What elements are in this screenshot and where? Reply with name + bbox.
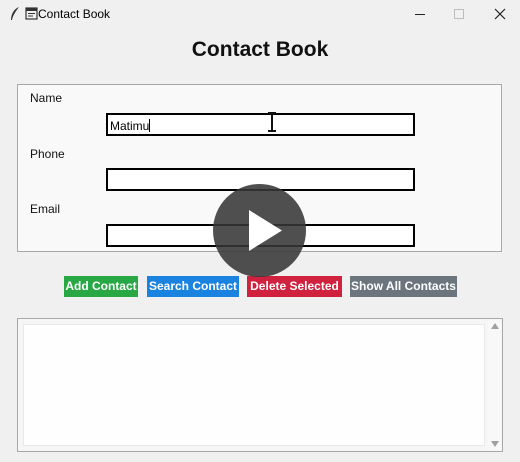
- contacts-listbox[interactable]: [23, 324, 485, 446]
- email-label: Email: [30, 202, 61, 216]
- ibeam-cursor-icon: [268, 112, 276, 132]
- minimize-icon: [415, 14, 425, 15]
- minimize-button[interactable]: [400, 0, 440, 28]
- list-scrollbar[interactable]: [488, 321, 501, 450]
- feather-icon: [11, 7, 19, 20]
- play-icon[interactable]: [213, 184, 306, 277]
- close-icon: [494, 8, 506, 20]
- phone-label: Phone: [30, 147, 65, 161]
- window-title: Contact Book: [38, 7, 111, 21]
- name-field[interactable]: Matimu: [106, 113, 415, 136]
- page-title: Contact Book: [191, 38, 329, 61]
- scroll-down-icon[interactable]: [491, 441, 499, 447]
- title-bar: Contact Book: [0, 0, 520, 28]
- add-contact-button[interactable]: Add Contact: [64, 276, 138, 297]
- search-contact-button[interactable]: Search Contact: [147, 276, 239, 297]
- close-button[interactable]: [480, 0, 520, 28]
- name-label: Name: [30, 91, 63, 105]
- maximize-icon: [454, 9, 464, 19]
- show-all-contacts-button[interactable]: Show All Contacts: [350, 276, 457, 297]
- app-window-icon: [25, 7, 38, 20]
- text-caret: [149, 119, 151, 132]
- maximize-button[interactable]: [439, 0, 479, 28]
- delete-selected-button[interactable]: Delete Selected: [247, 276, 342, 297]
- name-field-value: Matimu: [110, 119, 150, 133]
- scroll-up-icon[interactable]: [491, 323, 499, 329]
